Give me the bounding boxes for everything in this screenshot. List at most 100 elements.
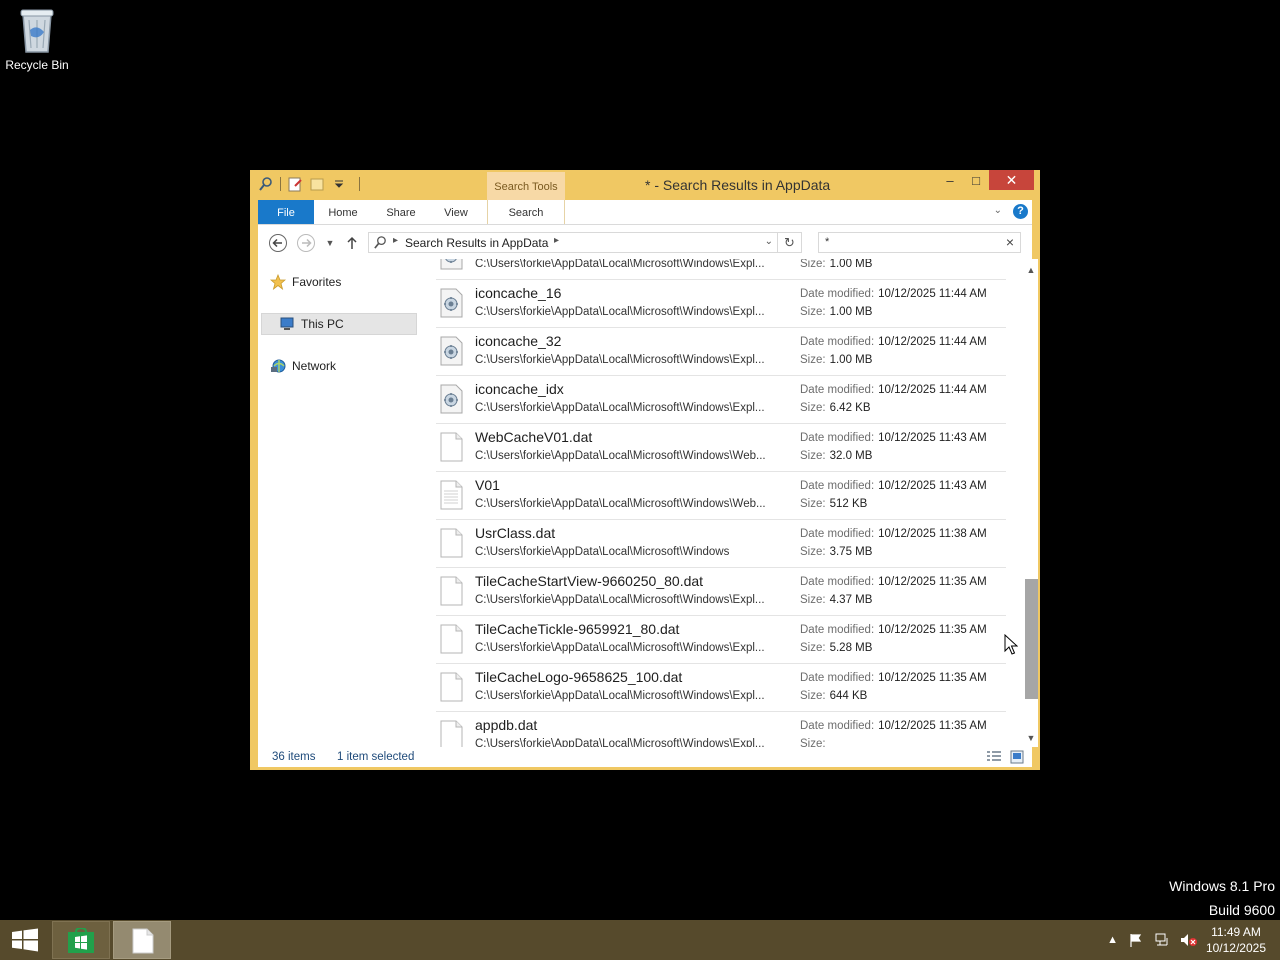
start-button[interactable] bbox=[10, 928, 40, 952]
scroll-down-icon[interactable]: ▼ bbox=[1024, 731, 1038, 745]
tab-file[interactable]: File bbox=[258, 200, 314, 224]
minimize-button[interactable]: – bbox=[937, 170, 963, 190]
document-icon bbox=[132, 928, 154, 954]
recycle-bin-shortcut[interactable]: Recycle Bin bbox=[4, 6, 70, 72]
properties-icon[interactable] bbox=[287, 176, 303, 192]
computer-icon bbox=[280, 317, 294, 330]
details-view-icon[interactable] bbox=[986, 750, 1002, 764]
show-hidden-icons-icon[interactable]: ▲ bbox=[1107, 934, 1118, 946]
file-row[interactable]: TileCacheTickle-9659921_80.dat C:\Users\f… bbox=[436, 615, 1006, 664]
file-row[interactable]: iconcache_idx C:\Users\forkie\AppData\Loc… bbox=[436, 375, 1006, 424]
taskbar-store-button[interactable] bbox=[52, 921, 110, 959]
selection-count: 1 item selected bbox=[337, 751, 415, 763]
tab-search[interactable]: Search bbox=[487, 200, 565, 224]
back-button[interactable] bbox=[268, 233, 288, 253]
taskbar: ▲ 11:49 AM 10/12/2025 bbox=[0, 920, 1280, 960]
breadcrumb-separator-icon[interactable]: ▸ bbox=[554, 235, 559, 246]
help-icon[interactable]: ? bbox=[1013, 204, 1028, 219]
address-bar[interactable]: ▸ Search Results in AppData ▸ ⌄ bbox=[368, 232, 778, 253]
expand-ribbon-icon[interactable]: ⌄ bbox=[994, 205, 1002, 216]
title-bar[interactable]: Search Tools * - Search Results in AppDa… bbox=[250, 170, 1040, 200]
file-row[interactable]: V01 C:\Users\forkie\AppData\Local\Microso… bbox=[436, 471, 1006, 520]
taskbar-explorer-button[interactable] bbox=[113, 921, 171, 959]
action-center-flag-icon[interactable] bbox=[1128, 932, 1144, 948]
vertical-scrollbar[interactable]: ▲ ▼ bbox=[1024, 259, 1038, 747]
window-controls: – □ ✕ bbox=[937, 170, 1034, 190]
nav-item-network[interactable]: Network bbox=[270, 355, 336, 377]
file-list: iconcache_48C:\Users\forkie\AppData\Loca… bbox=[418, 259, 1024, 747]
watermark-build: Build 9600 bbox=[1208, 902, 1275, 918]
search-folder-icon[interactable] bbox=[258, 176, 274, 192]
windows-logo-icon bbox=[12, 928, 38, 952]
refresh-button[interactable]: ↻ bbox=[778, 232, 802, 253]
file-name: WebCacheV01.dat bbox=[475, 429, 593, 445]
file-path: C:\Users\forkie\AppData\Local\Microsoft\… bbox=[475, 450, 766, 462]
clear-search-icon[interactable]: × bbox=[1006, 234, 1014, 250]
qat-separator bbox=[359, 177, 360, 191]
file-size: Size: 3.75 MB bbox=[800, 546, 873, 558]
file-row[interactable]: TileCacheLogo-9658625_100.dat C:\Users\fo… bbox=[436, 663, 1006, 712]
new-folder-icon[interactable] bbox=[309, 176, 325, 192]
file-name: V01 bbox=[475, 477, 500, 493]
ribbon: File Home Share View Search ⌄ ? bbox=[258, 200, 1032, 225]
status-bar: 36 items 1 item selected bbox=[258, 747, 1032, 767]
address-dropdown-icon[interactable]: ⌄ bbox=[765, 236, 773, 247]
tab-view[interactable]: View bbox=[434, 200, 478, 224]
file-row[interactable]: iconcache_32 C:\Users\forkie\AppData\Loca… bbox=[436, 327, 1006, 376]
search-location-icon bbox=[374, 236, 386, 249]
scroll-up-icon[interactable]: ▲ bbox=[1024, 263, 1038, 277]
network-icon bbox=[271, 359, 286, 373]
file-size: Size: 1.00 MB bbox=[800, 259, 873, 270]
nav-item-favorites[interactable]: Favorites bbox=[270, 271, 341, 293]
file-name: appdb.dat bbox=[475, 717, 538, 733]
scrollbar-thumb[interactable] bbox=[1025, 579, 1038, 699]
file-date-modified: Date modified: 10/12/2025 11:43 AM bbox=[800, 480, 987, 492]
volume-muted-icon[interactable] bbox=[1180, 932, 1198, 948]
tab-home[interactable]: Home bbox=[320, 200, 366, 224]
nav-item-this-pc[interactable]: This PC bbox=[261, 313, 417, 335]
recent-locations-dropdown[interactable]: ▼ bbox=[320, 233, 340, 253]
file-date-modified: Date modified: 10/12/2025 11:44 AM bbox=[800, 336, 987, 348]
search-input[interactable] bbox=[823, 235, 997, 249]
up-button[interactable] bbox=[342, 233, 362, 253]
file-row[interactable]: iconcache_48C:\Users\forkie\AppData\Loca… bbox=[436, 259, 1006, 280]
file-name: TileCacheTickle-9659921_80.dat bbox=[475, 621, 680, 637]
file-name: TileCacheLogo-9658625_100.dat bbox=[475, 669, 683, 685]
nav-item-label: This PC bbox=[301, 317, 344, 331]
refresh-icon: ↻ bbox=[784, 234, 795, 250]
breadcrumb-separator-icon[interactable]: ▸ bbox=[393, 235, 398, 246]
db-file-icon bbox=[439, 259, 465, 270]
star-icon bbox=[270, 274, 286, 290]
file-path: C:\Users\forkie\AppData\Local\Microsoft\… bbox=[475, 690, 765, 702]
tab-share[interactable]: Share bbox=[378, 200, 424, 224]
file-size: Size: 1.00 MB bbox=[800, 354, 873, 366]
file-size: Size: 1.00 MB bbox=[800, 306, 873, 318]
clock[interactable]: 11:49 AM 10/12/2025 bbox=[1206, 924, 1266, 956]
file-path: C:\Users\forkie\AppData\Local\Microsoft\… bbox=[475, 498, 766, 510]
network-tray-icon[interactable] bbox=[1154, 932, 1170, 948]
file-size: Size: 512 KB bbox=[800, 498, 868, 510]
blank-file-icon bbox=[439, 432, 465, 462]
maximize-button[interactable]: □ bbox=[963, 170, 989, 190]
window-title: * - Search Results in AppData bbox=[645, 177, 831, 193]
large-icons-view-icon[interactable] bbox=[1010, 750, 1024, 764]
close-button[interactable]: ✕ bbox=[989, 170, 1034, 190]
file-row[interactable]: WebCacheV01.dat C:\Users\forkie\AppData\L… bbox=[436, 423, 1006, 472]
view-switcher bbox=[986, 750, 1024, 764]
breadcrumb[interactable]: Search Results in AppData bbox=[405, 236, 548, 250]
customize-qat-icon[interactable] bbox=[331, 176, 347, 192]
db-file-icon bbox=[439, 336, 465, 366]
file-size: Size: 32.0 MB bbox=[800, 450, 873, 462]
search-box[interactable]: × bbox=[818, 232, 1021, 253]
file-size: Size: 5.28 MB bbox=[800, 642, 873, 654]
file-row[interactable]: appdb.dat C:\Users\forkie\AppData\Local\M… bbox=[436, 711, 1006, 747]
forward-button[interactable] bbox=[296, 233, 316, 253]
recycle-bin-label: Recycle Bin bbox=[5, 58, 69, 72]
file-date-modified: Date modified: 10/12/2025 11:43 AM bbox=[800, 432, 987, 444]
file-path: C:\Users\forkie\AppData\Local\Microsoft\… bbox=[475, 259, 765, 270]
file-size: Size: 644 KB bbox=[800, 690, 868, 702]
file-name: UsrClass.dat bbox=[475, 525, 556, 541]
file-row[interactable]: iconcache_16 C:\Users\forkie\AppData\Loca… bbox=[436, 279, 1006, 328]
file-row[interactable]: UsrClass.dat C:\Users\forkie\AppData\Loca… bbox=[436, 519, 1006, 568]
file-row[interactable]: TileCacheStartView-9660250_80.dat C:\User… bbox=[436, 567, 1006, 616]
